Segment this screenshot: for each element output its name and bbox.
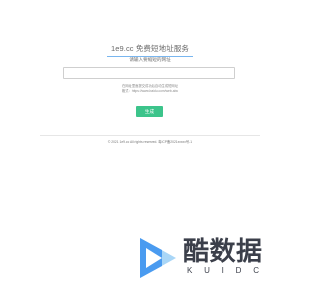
hint-text-2: 格式：https://www.baidu.com/web-abc	[121, 89, 179, 93]
footer-copyright: © 2021 1e9.cc All rights reserved. 粤ICP备…	[107, 140, 193, 144]
watermark-letter: C	[253, 266, 259, 275]
watermark-letter: D	[235, 266, 242, 275]
watermark: 酷数据 K U I D C	[132, 226, 262, 284]
watermark-logo-icon	[140, 238, 176, 278]
url-input[interactable]	[63, 67, 235, 79]
footer-divider	[40, 135, 260, 136]
watermark-brand: 酷数据	[183, 237, 263, 267]
page-title: 1e9.cc 免费短地址服务	[106, 43, 194, 57]
generate-button[interactable]: 生成	[136, 106, 163, 117]
header: 1e9.cc 免费短地址服务	[0, 38, 300, 57]
watermark-letter: I	[221, 266, 224, 275]
watermark-letter: U	[204, 266, 210, 275]
watermark-letter: K	[187, 266, 193, 275]
watermark-letters: K U I D C	[187, 266, 259, 275]
url-prompt-label: 请输入要缩短的网址	[129, 57, 171, 62]
page: 1e9.cc 免费短地址服务 请输入要缩短的网址 在网址里面提交成功后自动生成短…	[0, 0, 300, 300]
